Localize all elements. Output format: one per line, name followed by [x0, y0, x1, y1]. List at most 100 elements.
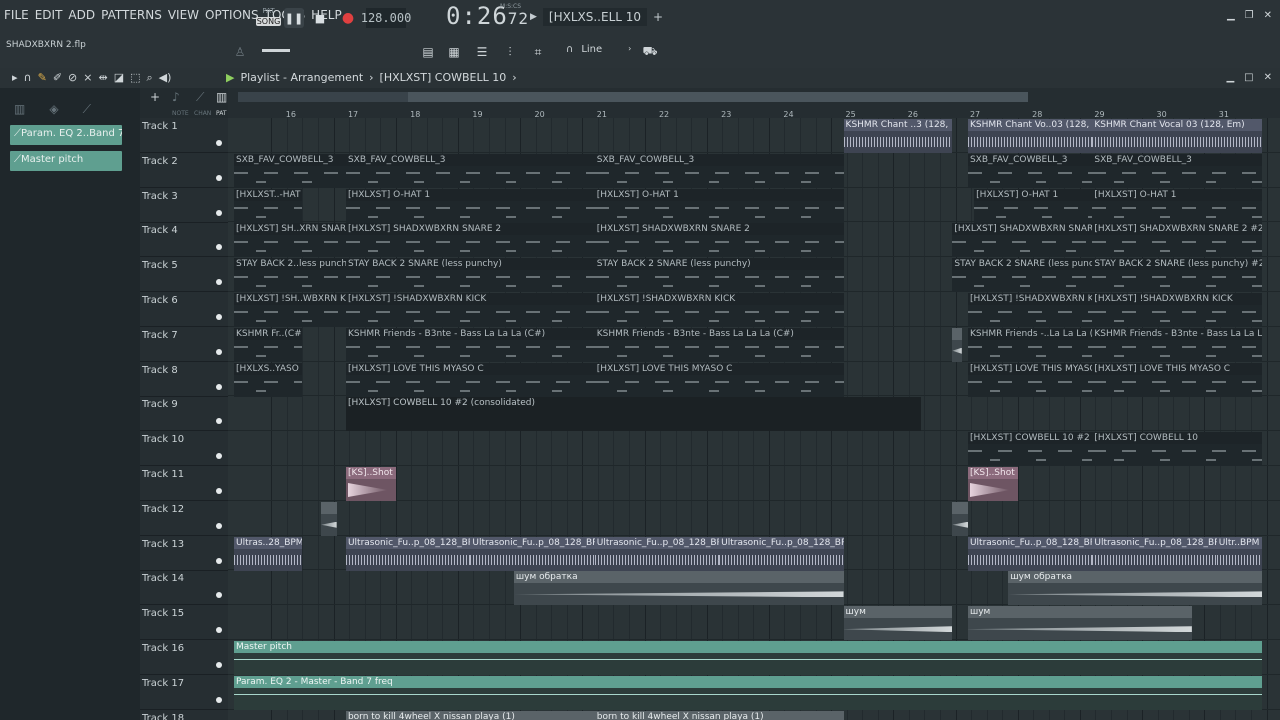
- picker-item-eq-band[interactable]: ⟋Param. EQ 2..Band 7 freq: [10, 125, 122, 145]
- note-filter-icon[interactable]: ♪: [172, 90, 180, 104]
- clip[interactable]: [HXLXST] O-HAT 1: [594, 188, 844, 223]
- clip[interactable]: KSHMR Friends - B3nte - Bass La La La (C…: [1092, 327, 1262, 362]
- clip[interactable]: шум: [967, 606, 1192, 641]
- track-header[interactable]: Track 1: [140, 118, 228, 153]
- track-header[interactable]: Track 9: [140, 396, 228, 432]
- track-enable-led[interactable]: [216, 592, 222, 599]
- clip[interactable]: [KS]..Shot: [967, 467, 1018, 501]
- clip[interactable]: [HXLXST] COWBELL 10 #2 (consolidated): [345, 397, 922, 432]
- playlist-maximize-icon[interactable]: □: [1244, 72, 1253, 83]
- snap-selector[interactable]: ∩ Line ›: [566, 44, 631, 55]
- clip[interactable]: [HXLXST] !SHADXWBXRN KICK: [345, 293, 595, 327]
- clip[interactable]: [HXLXST] !SH..WBXRN KICK: [234, 293, 346, 327]
- picker-patterns-icon[interactable]: ▥: [14, 102, 25, 117]
- clip[interactable]: [HXLXST] O-HAT 1: [974, 188, 1093, 223]
- track-header[interactable]: Track 8: [140, 362, 228, 397]
- track-header[interactable]: Track 13: [140, 536, 228, 571]
- menu-patterns[interactable]: PATTERNS: [101, 8, 162, 22]
- clip[interactable]: STAY BACK 2 SNARE (less punchy): [345, 258, 595, 293]
- clip[interactable]: [HXLXS..YASO C: [234, 362, 303, 397]
- clip[interactable]: Ultrasonic_Fu..p_08_128_BPM: [345, 536, 471, 571]
- track-header[interactable]: Track 7: [140, 327, 228, 362]
- track-header[interactable]: Track 3: [140, 188, 228, 223]
- track-enable-led[interactable]: [216, 662, 222, 668]
- chan-filter-icon[interactable]: ⟋: [196, 90, 204, 105]
- clip[interactable]: [HXLXST] LOVE THIS MYASO C: [1092, 362, 1262, 397]
- paint-tool-icon[interactable]: ✐: [53, 71, 62, 85]
- clip[interactable]: Ultrasonic_Fu..p_08_128_BPM: [594, 536, 720, 571]
- current-pattern[interactable]: [HXLXST] COWBELL 10: [380, 71, 507, 84]
- track-enable-led[interactable]: [216, 174, 222, 181]
- stop-button[interactable]: ■: [310, 8, 330, 28]
- track-header[interactable]: Track 17: [140, 675, 228, 710]
- clip[interactable]: KSHMR Chant ..3 (128, Em): [843, 119, 953, 153]
- clip[interactable]: шум обратка: [1008, 571, 1262, 606]
- shop-cart-icon[interactable]: ⛟: [640, 42, 660, 62]
- pat-song-toggle[interactable]: PAT SONG: [256, 7, 281, 31]
- track-header[interactable]: Track 6: [140, 292, 228, 327]
- select-tool-icon[interactable]: ⬚: [130, 71, 140, 85]
- track-enable-led[interactable]: [216, 244, 222, 251]
- mic-icon[interactable]: ♙: [230, 42, 250, 62]
- track-header[interactable]: Track 10: [140, 431, 228, 467]
- track-header[interactable]: Track 15: [140, 605, 228, 641]
- clip[interactable]: KSHMR Chant Vocal 03 (128, Em): [1092, 119, 1262, 153]
- clip[interactable]: [HXLXST] SHADXWBXRN SNARE 2: [345, 223, 595, 258]
- track-enable-led[interactable]: [216, 418, 222, 425]
- menu-file[interactable]: FILE: [4, 8, 29, 22]
- master-volume-slider[interactable]: [262, 49, 290, 52]
- add-track-icon[interactable]: +: [150, 90, 160, 104]
- zoom-tool-icon[interactable]: ⌕: [147, 71, 153, 85]
- clip[interactable]: SXB_FAV_COWBELL_3: [594, 153, 844, 188]
- pause-button[interactable]: ❚❚: [284, 8, 304, 28]
- clip[interactable]: SXB_FAV_COWBELL_3: [1092, 153, 1262, 188]
- menu-edit[interactable]: EDIT: [35, 8, 63, 22]
- slice-tool-icon[interactable]: ◪: [114, 71, 124, 85]
- clip[interactable]: Ultr..BPM: [1216, 536, 1262, 571]
- clip[interactable]: SXB_FAV_COWBELL_3: [967, 153, 1093, 188]
- scrollbar-thumb[interactable]: [408, 92, 1028, 102]
- track-header[interactable]: Track 4: [140, 222, 228, 258]
- track-header[interactable]: Track 16: [140, 640, 228, 675]
- pattern-selector[interactable]: ▶ [HXLXS..ELL 10 +: [530, 6, 663, 28]
- playlist-play-icon[interactable]: ▶: [226, 71, 234, 84]
- track-enable-led[interactable]: [216, 488, 222, 494]
- clip[interactable]: KSHMR Chant Vo..03 (128, Em): [967, 119, 1093, 153]
- menu-add[interactable]: ADD: [68, 8, 95, 22]
- track-enable-led[interactable]: [216, 696, 222, 703]
- picker-audio-icon[interactable]: ◈: [49, 102, 58, 117]
- clip[interactable]: born to kill 4wheel X nissan playa (1): [594, 710, 844, 720]
- clip[interactable]: [HXLXST] !SHADXWBXRN KICK: [594, 293, 844, 327]
- clip[interactable]: STAY BACK 2 SNARE (less punchy): [594, 258, 844, 293]
- track-enable-led[interactable]: [216, 522, 222, 529]
- menu-options[interactable]: OPTIONS: [205, 8, 259, 22]
- clip[interactable]: Ultrasonic_Fu..p_08_128_BPM: [719, 536, 844, 571]
- clip[interactable]: KSHMR Fr..(C#): [234, 327, 303, 362]
- track-header[interactable]: Track 18: [140, 710, 228, 720]
- clip[interactable]: [321, 501, 337, 536]
- clip[interactable]: STAY BACK 2..less punchy): [234, 258, 346, 293]
- clip[interactable]: SXB_FAV_COWBELL_3: [234, 153, 346, 188]
- clip[interactable]: [HXLXST] O-HAT 1: [1092, 188, 1262, 223]
- clip[interactable]: [HXLXST] SHADXWBXRN SNARE 2 #2: [1092, 223, 1262, 258]
- close-icon[interactable]: ✕: [1264, 10, 1272, 21]
- clip[interactable]: [HXLXST..-HAT 1: [234, 188, 303, 223]
- track-enable-led[interactable]: [216, 557, 222, 564]
- browser-icon[interactable]: ⌗: [528, 42, 548, 62]
- clip[interactable]: шум обратка: [513, 571, 844, 606]
- clip[interactable]: [HXLXST] O-HAT 1: [345, 188, 595, 223]
- track-header[interactable]: Track 5: [140, 257, 228, 293]
- clip[interactable]: [952, 327, 962, 362]
- playlist-minimize-icon[interactable]: ▁: [1226, 72, 1234, 83]
- track-enable-led[interactable]: [216, 209, 222, 216]
- clip[interactable]: Ultrasonic_Fu..p_08_128_BPM: [967, 536, 1093, 571]
- horizontal-scrollbar[interactable]: [238, 92, 1028, 102]
- clip[interactable]: [HXLXST] SH..XRN SNARE 2: [234, 223, 346, 258]
- clip[interactable]: [KS]..Shot: [345, 467, 396, 501]
- menu-view[interactable]: VIEW: [168, 8, 199, 22]
- clip[interactable]: [HXLXST] LOVE THIS MYASO C: [345, 362, 595, 397]
- tempo-display[interactable]: 128.000: [361, 8, 411, 28]
- clip[interactable]: KSHMR Friends -..La La La (C#): [967, 327, 1093, 362]
- picker-item-master-pitch[interactable]: ⟋Master pitch: [10, 151, 122, 171]
- channel-rack-icon[interactable]: ☰: [472, 42, 492, 62]
